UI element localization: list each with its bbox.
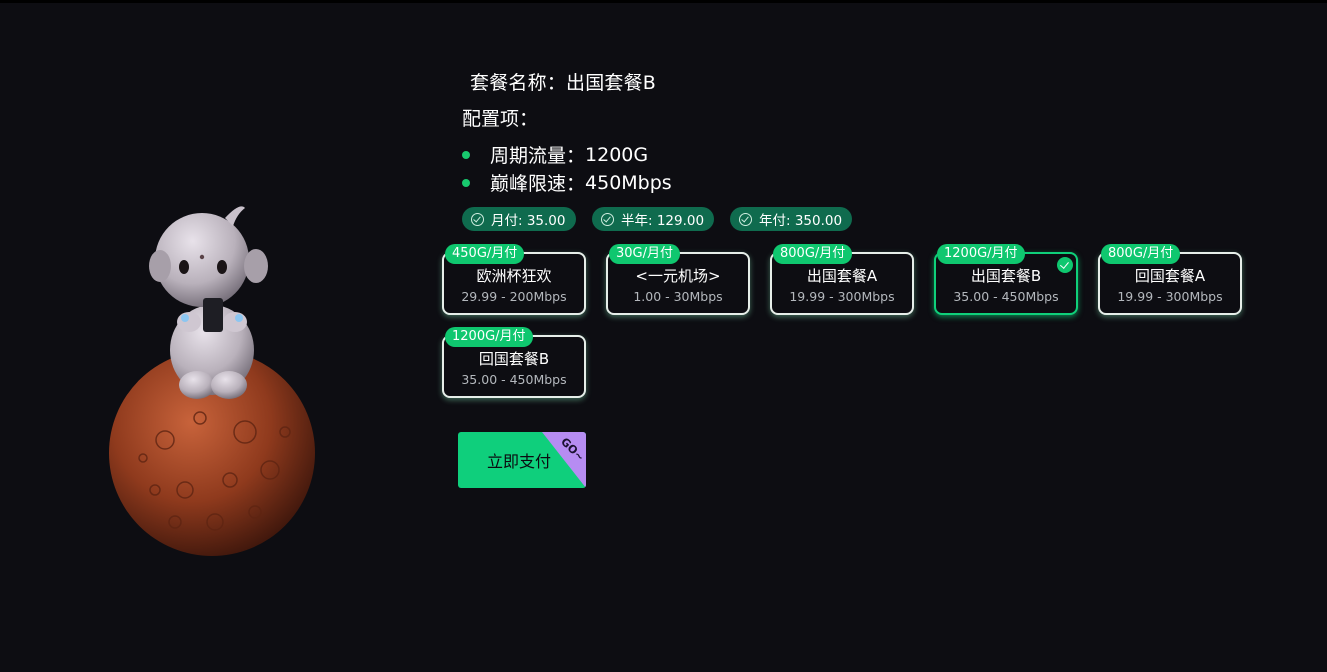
check-circle-icon	[601, 212, 614, 226]
package-card-inbound-a[interactable]: 800G/月付 回国套餐A 19.99 - 300Mbps	[1098, 244, 1242, 315]
astronaut-on-planet-illustration	[109, 206, 315, 556]
plan-name: 套餐名称：出国套餐B	[470, 72, 657, 94]
package-name: 回国套餐B	[478, 350, 550, 368]
price-option-label: 月付: 35.00	[491, 213, 566, 229]
package-name: 欧洲杯狂欢	[476, 267, 552, 285]
package-spec: 19.99 - 300Mbps	[1117, 289, 1223, 304]
pay-now-button[interactable]: 立即支付 GO~	[458, 432, 586, 488]
feature-traffic: 周期流量： 1200G	[462, 141, 648, 168]
price-option-yearly[interactable]: 年付: 350.00	[730, 207, 853, 231]
price-option-label: 年付: 350.00	[759, 213, 843, 229]
bullet-dot-icon	[462, 179, 470, 187]
bullet-dot-icon	[462, 151, 470, 159]
package-traffic-tag: 30G/月付	[609, 244, 680, 264]
package-card-outbound-a[interactable]: 800G/月付 出国套餐A 19.99 - 300Mbps	[770, 244, 914, 315]
package-card-one-yuan[interactable]: 30G/月付 <一元机场> 1.00 - 30Mbps	[606, 244, 750, 315]
package-spec: 29.99 - 200Mbps	[461, 289, 567, 304]
package-traffic-tag: 1200G/月付	[937, 244, 1025, 264]
top-edge-bar	[0, 0, 1327, 3]
package-spec: 19.99 - 300Mbps	[789, 289, 895, 304]
feature-value: 450Mbps	[585, 171, 672, 194]
package-traffic-tag: 800G/月付	[1101, 244, 1181, 264]
feature-label: 周期流量：	[490, 145, 586, 167]
price-option-label: 半年: 129.00	[621, 213, 705, 229]
package-traffic-tag: 1200G/月付	[445, 327, 533, 347]
check-circle-icon	[471, 212, 484, 226]
package-spec: 35.00 - 450Mbps	[461, 372, 567, 387]
package-name: 出国套餐A	[806, 267, 878, 285]
package-card-euro-cup[interactable]: 450G/月付 欧洲杯狂欢 29.99 - 200Mbps	[442, 244, 586, 315]
feature-label: 巅峰限速：	[490, 173, 586, 195]
package-spec: 35.00 - 450Mbps	[953, 289, 1059, 304]
package-name: 回国套餐A	[1134, 267, 1206, 285]
price-option-half-year[interactable]: 半年: 129.00	[592, 207, 715, 231]
package-card-inbound-b[interactable]: 1200G/月付 回国套餐B 35.00 - 450Mbps	[442, 327, 586, 398]
package-name: <一元机场>	[635, 267, 721, 285]
check-circle-icon	[739, 212, 752, 226]
feature-speed-limit: 巅峰限速： 450Mbps	[462, 169, 672, 196]
package-traffic-tag: 450G/月付	[445, 244, 525, 264]
feature-value: 1200G	[585, 143, 649, 166]
price-option-monthly[interactable]: 月付: 35.00	[462, 207, 576, 231]
package-name: 出国套餐B	[970, 267, 1042, 285]
package-spec: 1.00 - 30Mbps	[633, 289, 723, 304]
config-heading: 配置项：	[462, 108, 539, 130]
package-card-outbound-b[interactable]: 1200G/月付 出国套餐B 35.00 - 450Mbps	[934, 244, 1078, 315]
package-traffic-tag: 800G/月付	[773, 244, 853, 264]
go-corner-ribbon: GO~	[542, 432, 586, 488]
